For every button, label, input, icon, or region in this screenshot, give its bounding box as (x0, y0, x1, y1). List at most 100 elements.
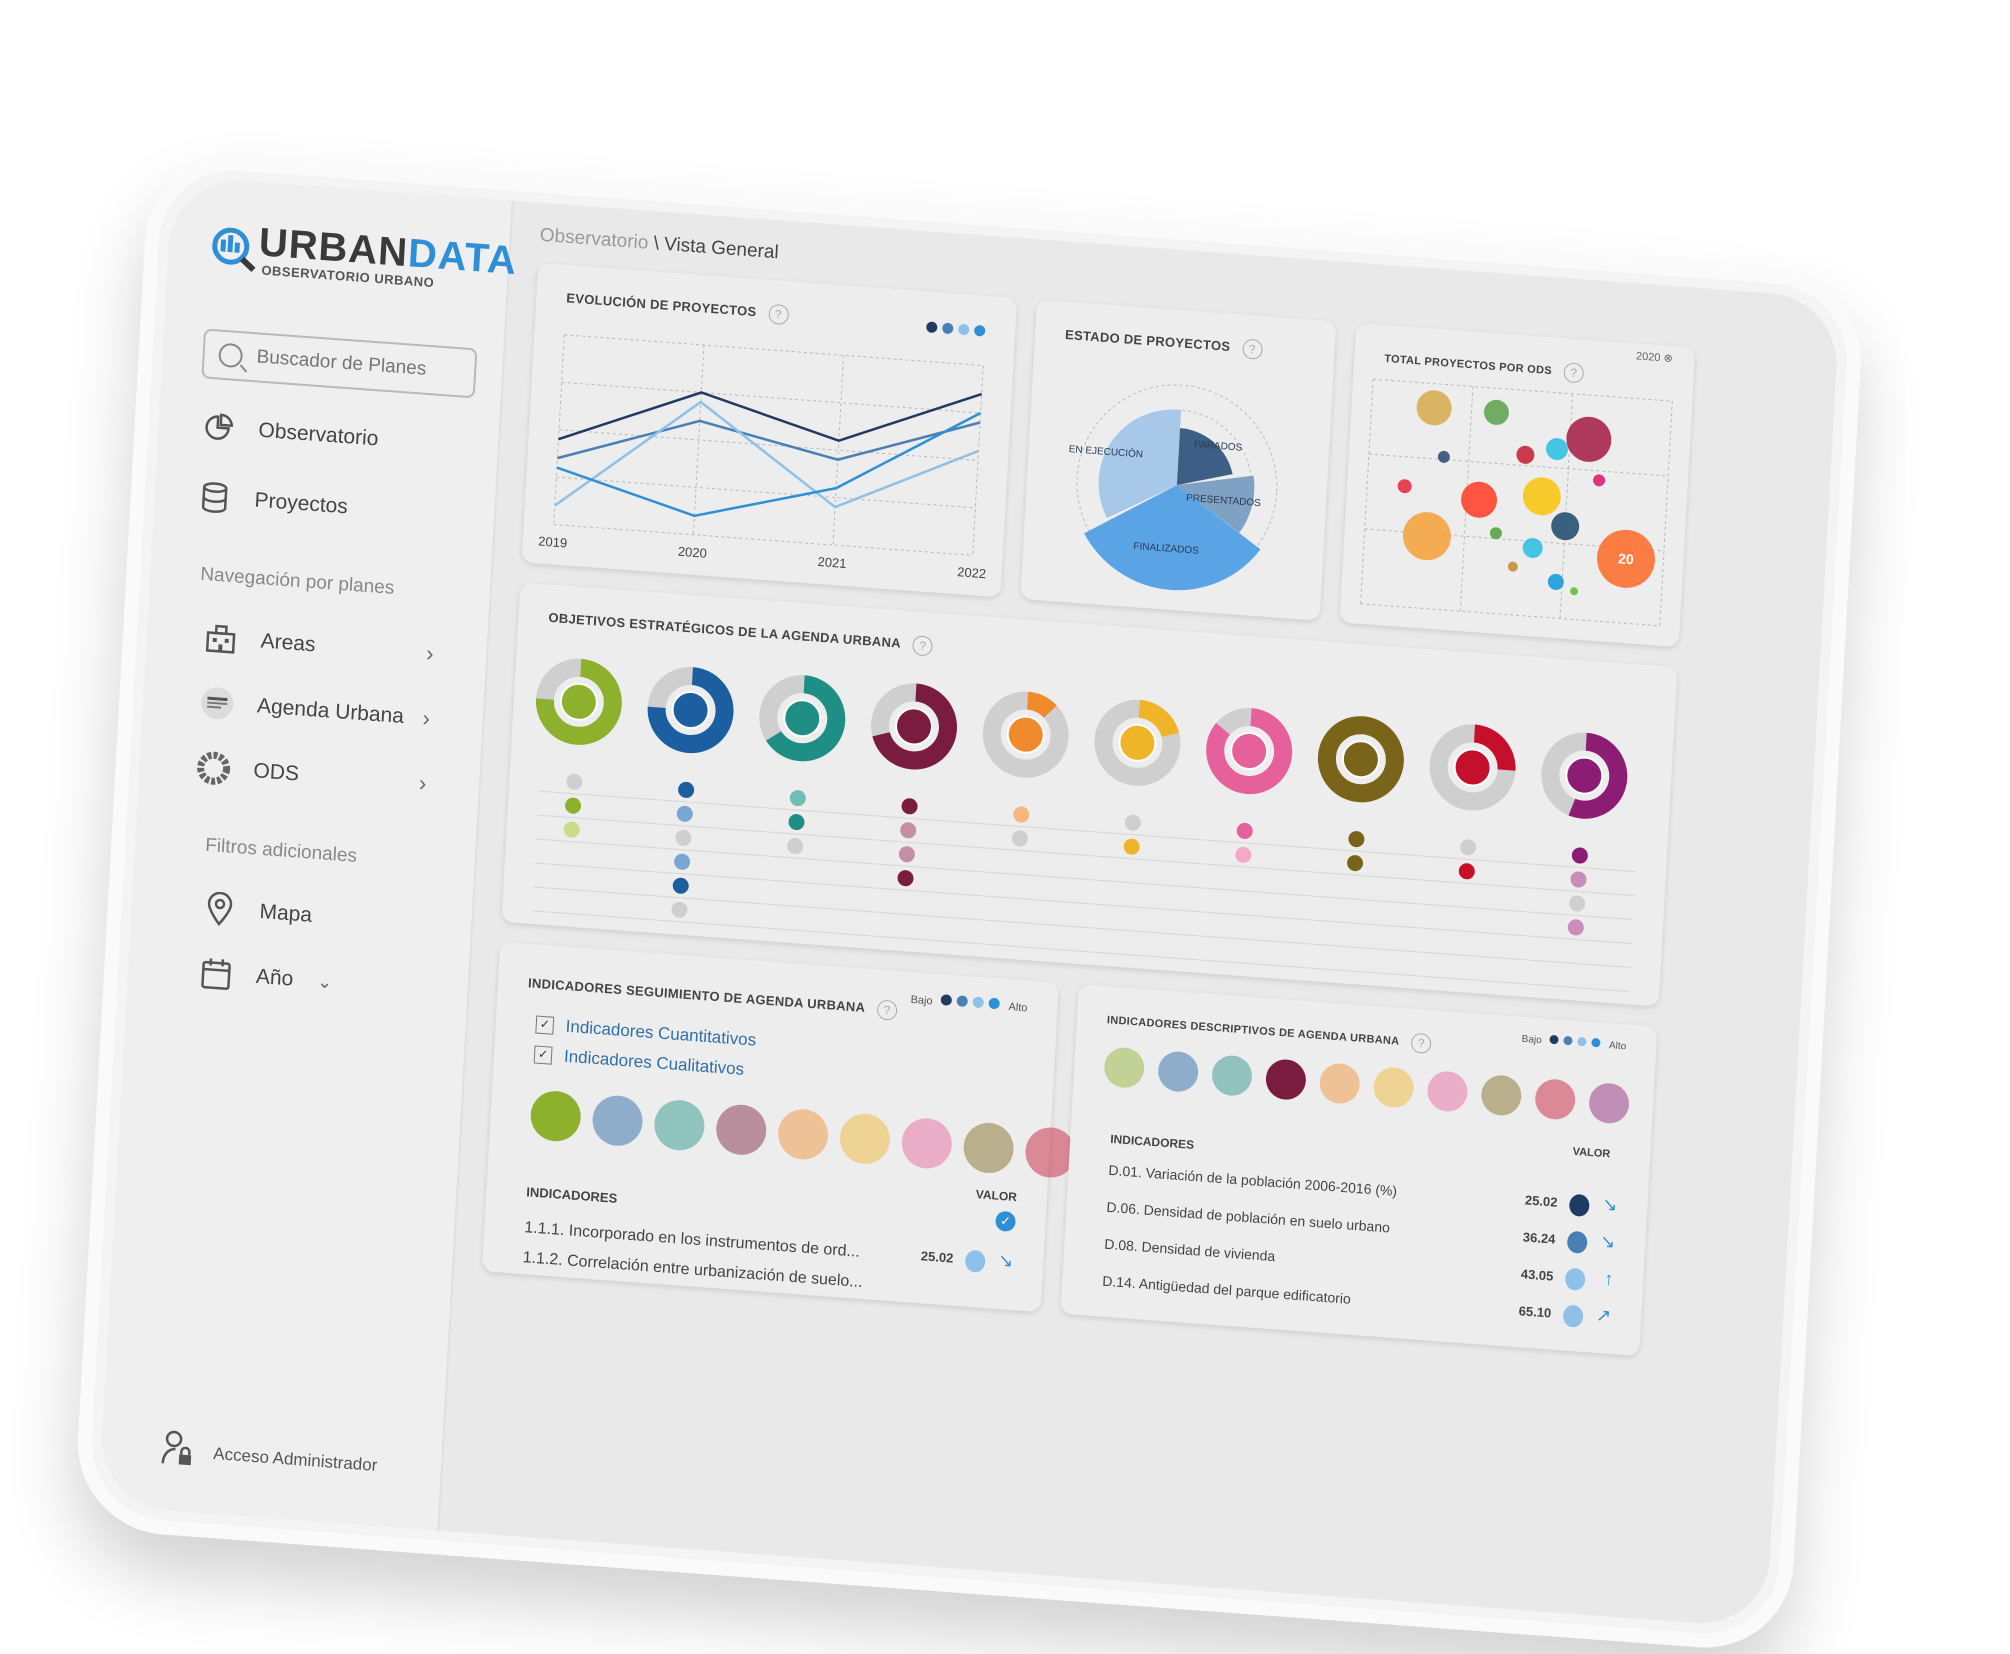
goal-filter-icon[interactable] (1265, 1058, 1307, 1101)
checkbox-check-icon[interactable]: ✓ (534, 1045, 553, 1064)
chevron-down-icon[interactable]: ⌄ (317, 971, 333, 993)
goal-dot[interactable] (565, 797, 582, 814)
help-icon[interactable]: ? (877, 999, 898, 1020)
goal-filter-icon[interactable] (591, 1094, 644, 1148)
bubble[interactable] (1397, 479, 1412, 494)
goal-filter-icon[interactable] (1211, 1054, 1253, 1097)
sidebar-item-observatorio[interactable]: Observatorio (200, 408, 380, 457)
goal-dot[interactable] (789, 790, 806, 807)
bubble[interactable] (1522, 537, 1543, 558)
goal-filter-icon[interactable] (1157, 1050, 1199, 1093)
search-input[interactable] (254, 345, 459, 384)
goal-dot[interactable] (1458, 863, 1475, 880)
goal-icon[interactable] (783, 699, 821, 738)
goal-dot[interactable] (1460, 839, 1477, 856)
admin-access-link[interactable]: Acceso Administrador (160, 1429, 378, 1486)
sidebar-item-areas[interactable]: Areas (202, 619, 317, 663)
goal-dot[interactable] (898, 846, 915, 863)
help-icon[interactable]: ? (1411, 1033, 1432, 1054)
goal-dot[interactable] (672, 877, 689, 894)
bubble[interactable] (1516, 445, 1535, 464)
search-box[interactable] (201, 328, 477, 398)
breadcrumb-parent[interactable]: Observatorio (539, 225, 649, 254)
goal-dot[interactable] (900, 822, 917, 839)
sidebar-item-ods[interactable]: ODS (195, 749, 300, 793)
goal-filter-icon[interactable] (900, 1117, 953, 1171)
goal-dot[interactable] (1123, 838, 1140, 855)
chevron-right-icon[interactable]: › (426, 641, 435, 667)
goal-dot[interactable] (901, 798, 918, 815)
filter-item-mapa[interactable]: Mapa (201, 890, 313, 934)
goal-filter-icon[interactable] (777, 1108, 830, 1162)
goal-dot[interactable] (1569, 895, 1586, 912)
chevron-right-icon[interactable]: › (422, 705, 431, 731)
goal-dot[interactable] (1013, 806, 1030, 823)
goal-filter-icon[interactable] (715, 1103, 768, 1157)
checkbox-cuantitativos[interactable]: ✓Indicadores Cuantitativos (535, 1014, 756, 1050)
bubble[interactable] (1483, 399, 1509, 426)
bubble[interactable] (1416, 389, 1453, 427)
goal-dot[interactable] (563, 821, 580, 838)
goal-filter-icon[interactable] (1480, 1074, 1522, 1117)
goal-dot[interactable] (1348, 831, 1365, 848)
goal-icon[interactable] (672, 691, 710, 730)
checkbox-cualitativos[interactable]: ✓Indicadores Cualitativos (534, 1044, 755, 1080)
goal-icon[interactable] (1230, 732, 1268, 771)
goal-dot[interactable] (1235, 846, 1252, 863)
goal-filter-icon[interactable] (962, 1121, 1015, 1175)
select-all-check-icon[interactable]: ✓ (995, 1211, 1016, 1232)
goal-dot[interactable] (675, 829, 692, 846)
goal-dot[interactable] (1236, 822, 1253, 839)
goal-dot[interactable] (1347, 855, 1364, 872)
goal-dot[interactable] (788, 813, 805, 830)
chevron-right-icon[interactable]: › (418, 770, 427, 796)
goal-filter-icon[interactable] (653, 1098, 706, 1152)
checkbox-check-icon[interactable]: ✓ (535, 1015, 554, 1034)
bubble[interactable] (1570, 587, 1578, 596)
bubble[interactable] (1508, 561, 1519, 572)
series-line[interactable] (555, 392, 980, 537)
goal-filter-icon[interactable] (529, 1089, 582, 1143)
goal-dot[interactable] (1011, 830, 1028, 847)
goal-icon[interactable] (1007, 715, 1045, 754)
goal-filter-icon[interactable] (839, 1112, 892, 1166)
goal-dot[interactable] (678, 781, 695, 798)
card-indicadores-seguimiento: INDICADORES SEGUIMIENTO DE AGENDA URBANA… (482, 942, 1059, 1313)
goal-filter-icon[interactable] (1426, 1070, 1468, 1113)
bubble[interactable] (1438, 450, 1451, 463)
goal-dot[interactable] (787, 837, 804, 854)
goal-icon[interactable] (1118, 724, 1156, 763)
filter-item-ano[interactable]: Año ⌄ (197, 955, 333, 1001)
logo[interactable]: URBANDATA OBSERVATORIO URBANO (209, 219, 518, 296)
goal-dot[interactable] (676, 805, 693, 822)
goal-icon[interactable] (560, 683, 598, 722)
goal-filter-icon[interactable] (1373, 1066, 1415, 1109)
bubble[interactable] (1545, 437, 1568, 461)
goal-dot[interactable] (1570, 871, 1587, 888)
bubble[interactable] (1402, 510, 1453, 561)
bubble[interactable] (1565, 415, 1612, 463)
goal-dot[interactable] (674, 853, 691, 870)
goal-icon[interactable] (1342, 740, 1380, 779)
goal-dot[interactable] (1571, 847, 1588, 864)
goal-icon[interactable] (895, 707, 933, 746)
goal-icon[interactable] (1565, 756, 1603, 795)
sidebar-item-agenda-urbana[interactable]: Agenda Urbana (198, 684, 405, 735)
goal-filter-icon[interactable] (1588, 1082, 1630, 1125)
series-line[interactable] (558, 363, 981, 470)
goal-filter-icon[interactable] (1319, 1062, 1361, 1105)
breadcrumb: Observatorio \ Vista General (539, 225, 779, 265)
goal-icon[interactable] (1454, 748, 1492, 787)
goal-dot[interactable] (897, 870, 914, 887)
goal-dot[interactable] (1567, 919, 1584, 936)
goal-dot[interactable] (671, 901, 688, 918)
bubble[interactable] (1490, 527, 1503, 540)
goal-filter-icon[interactable] (1534, 1078, 1576, 1121)
bubble[interactable] (1522, 476, 1562, 517)
goal-dot[interactable] (566, 773, 583, 790)
goal-dot[interactable] (1125, 814, 1142, 831)
sidebar-item-proyectos[interactable]: Proyectos (196, 478, 349, 525)
bubble[interactable] (1550, 511, 1579, 541)
goal-filter-icon[interactable] (1103, 1046, 1145, 1089)
bubble[interactable] (1593, 474, 1606, 487)
